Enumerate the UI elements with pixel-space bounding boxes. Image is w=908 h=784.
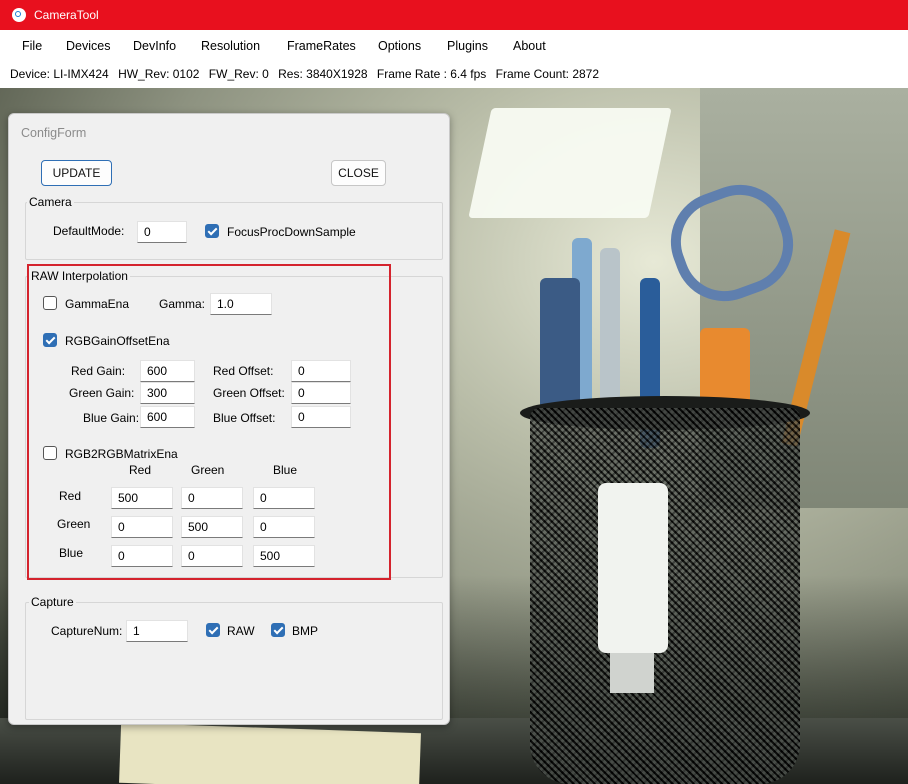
fw-revision: FW_Rev: 0 — [208, 67, 269, 81]
preview-usb-plug — [610, 653, 654, 693]
default-mode-input[interactable]: 0 — [137, 221, 187, 243]
app-icon — [12, 8, 26, 22]
capture-bmp-checkbox[interactable] — [271, 623, 285, 637]
menu-framerates[interactable]: FrameRates — [287, 39, 356, 53]
menu-devinfo[interactable]: DevInfo — [133, 39, 176, 53]
menu-file[interactable]: File — [22, 39, 42, 53]
capture-num-input[interactable]: 1 — [126, 620, 188, 642]
menu-about[interactable]: About — [513, 39, 546, 53]
capture-raw-label: RAW — [227, 624, 255, 638]
title-bar: CameraTool — [0, 0, 908, 30]
capture-num-label: CaptureNum: — [51, 624, 123, 638]
preview-lamp — [468, 108, 672, 218]
config-form-caption: ConfigForm — [21, 126, 87, 140]
frame-count: Frame Count: 2872 — [495, 67, 600, 81]
menu-options[interactable]: Options — [378, 39, 421, 53]
menu-plugins[interactable]: Plugins — [447, 39, 488, 53]
camera-group-title: Camera — [27, 195, 74, 209]
device-name: Device: LI-IMX424 — [10, 67, 109, 81]
preview-usb-drive — [598, 483, 668, 653]
capture-group-title: Capture — [29, 595, 76, 609]
menu-resolution[interactable]: Resolution — [201, 39, 260, 53]
close-button[interactable]: CLOSE — [331, 160, 386, 186]
highlight-box — [27, 264, 391, 580]
preview-sticky-note — [119, 722, 421, 784]
hw-revision: HW_Rev: 0102 — [118, 67, 200, 81]
menu-bar: File Devices DevInfo Resolution FrameRat… — [0, 34, 908, 58]
window-title: CameraTool — [34, 8, 99, 22]
update-button[interactable]: UPDATE — [41, 160, 112, 186]
capture-group — [25, 602, 443, 720]
capture-bmp-label: BMP — [292, 624, 319, 638]
focus-proc-down-sample-label: FocusProcDownSample — [227, 225, 356, 239]
device-info-bar: Device: LI-IMX424 HW_Rev: 0102 FW_Rev: 0… — [0, 60, 908, 88]
preview-pen — [600, 248, 620, 418]
frame-rate: Frame Rate : 6.4 fps — [376, 67, 487, 81]
default-mode-label: DefaultMode: — [53, 224, 125, 238]
menu-devices[interactable]: Devices — [66, 39, 110, 53]
focus-proc-down-sample-checkbox[interactable] — [205, 224, 219, 238]
preview-marker — [540, 278, 580, 418]
resolution: Res: 3840X1928 — [278, 67, 368, 81]
device-info-text: Device: LI-IMX424 HW_Rev: 0102 FW_Rev: 0… — [10, 67, 605, 81]
capture-raw-checkbox[interactable] — [206, 623, 220, 637]
